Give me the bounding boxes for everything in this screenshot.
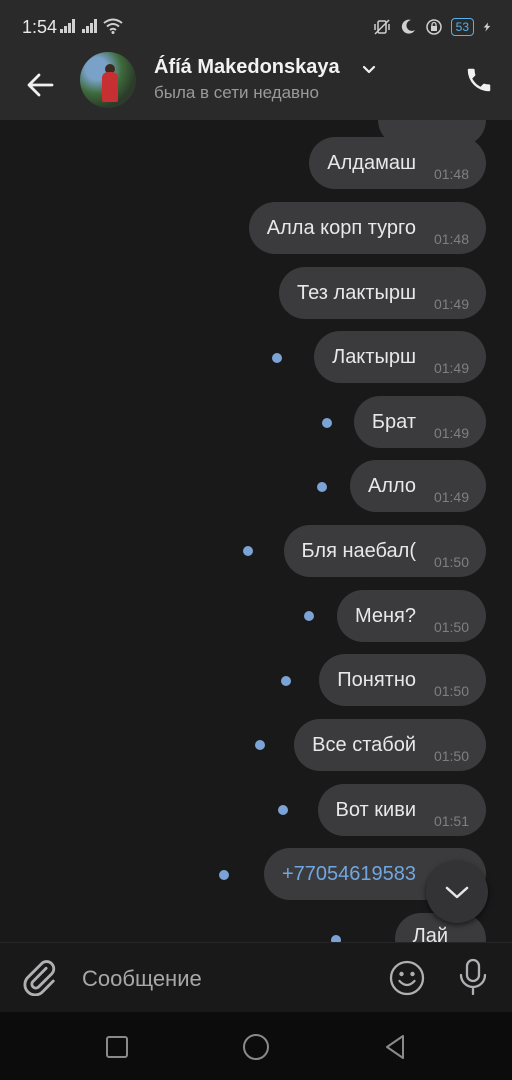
message-text: Бля наебал( <box>301 540 416 562</box>
contact-name[interactable]: Áfíá Makedonskaya <box>154 56 340 79</box>
message-text: Вот киви <box>335 799 416 821</box>
unread-indicator <box>317 482 327 492</box>
unread-indicator <box>331 935 341 942</box>
message-list[interactable]: Алдамаш 01:48 Алла корп турго 01:48 Тез … <box>0 120 512 942</box>
message-bubble[interactable]: Алло 01:49 <box>349 460 486 512</box>
chat-header: Áfíá Makedonskaya была в сети недавно <box>0 52 512 120</box>
message-time: 01:49 <box>433 360 469 376</box>
message-bubble[interactable]: Брат 01:49 <box>353 396 486 448</box>
back-arrow-icon[interactable] <box>22 67 58 103</box>
message-bubble[interactable]: Все стабой 01:50 <box>294 719 486 771</box>
message-time: 01:50 <box>433 748 469 764</box>
status-time: 1:54 <box>22 17 58 37</box>
message-bubble[interactable]: Бля наебал( 01:50 <box>283 525 486 577</box>
message-time: 01:50 <box>433 683 469 699</box>
message-bubble[interactable]: Меня? 01:50 <box>336 590 486 642</box>
message-time: 01:50 <box>433 554 469 570</box>
unread-indicator <box>322 418 332 428</box>
scroll-down-button[interactable] <box>426 861 488 923</box>
message-text: Меня? <box>354 605 416 627</box>
message-bubble[interactable]: Понятно 01:50 <box>319 654 486 706</box>
chevron-down-icon <box>445 886 469 899</box>
message-text: Алла корп турго <box>266 217 416 239</box>
message-bubble[interactable]: Лактырш 01:49 <box>314 331 486 383</box>
nav-back-icon[interactable] <box>381 1032 411 1062</box>
unread-indicator <box>278 805 288 815</box>
unread-indicator <box>281 676 291 686</box>
message-text: Лактырш <box>332 346 416 368</box>
message-link[interactable]: +77054619583 <box>282 863 416 885</box>
message-time: 01:48 <box>433 166 469 182</box>
message-time: 01:49 <box>433 489 469 505</box>
message-text: Алдамаш <box>327 152 416 174</box>
unread-indicator <box>219 870 229 880</box>
contact-status: была в сети недавно <box>154 83 319 102</box>
nav-circle-icon[interactable] <box>241 1032 271 1062</box>
unread-indicator <box>272 353 282 363</box>
message-text: Лай <box>412 925 448 942</box>
avatar[interactable] <box>80 52 136 108</box>
message-text: Брат <box>371 411 416 433</box>
message-bubble[interactable]: Алдамаш 01:48 <box>309 137 486 189</box>
message-time: 01:51 <box>433 813 469 829</box>
message-bubble[interactable]: Вот киви 01:51 <box>317 784 486 836</box>
nav-square-icon[interactable] <box>102 1032 132 1062</box>
system-nav-bar <box>0 1012 512 1080</box>
message-text: Алло <box>367 475 416 497</box>
rotation-lock-icon <box>425 19 442 35</box>
phone-icon[interactable] <box>464 65 494 95</box>
message-text: Все стабой <box>312 734 416 756</box>
charging-icon <box>483 22 491 32</box>
signal-icon-2 <box>82 19 98 33</box>
attach-icon[interactable] <box>20 958 58 996</box>
message-text: Понятно <box>337 669 416 691</box>
mic-icon[interactable] <box>454 957 492 997</box>
unread-indicator <box>304 611 314 621</box>
message-input[interactable] <box>80 953 374 1005</box>
unread-indicator <box>255 740 265 750</box>
message-bubble[interactable]: Алла корп турго 01:48 <box>248 202 486 254</box>
unread-indicator <box>243 546 253 556</box>
message-time: 01:48 <box>433 231 469 247</box>
wifi-icon <box>103 18 123 34</box>
message-bubble[interactable]: Тез лактырш 01:49 <box>279 267 486 319</box>
message-time: 01:49 <box>433 425 469 441</box>
message-time: 01:49 <box>433 296 469 312</box>
signal-icon <box>60 19 76 33</box>
status-bar: 1:54 53 <box>0 0 512 54</box>
vibrate-icon <box>373 19 390 35</box>
battery-badge: 53 <box>450 18 474 36</box>
chevron-down-icon[interactable] <box>360 60 378 78</box>
emoji-icon[interactable] <box>388 959 426 997</box>
moon-icon <box>401 19 415 34</box>
message-text: Тез лактырш <box>297 282 416 304</box>
message-composer <box>0 942 512 1013</box>
message-time: 01:50 <box>433 619 469 635</box>
